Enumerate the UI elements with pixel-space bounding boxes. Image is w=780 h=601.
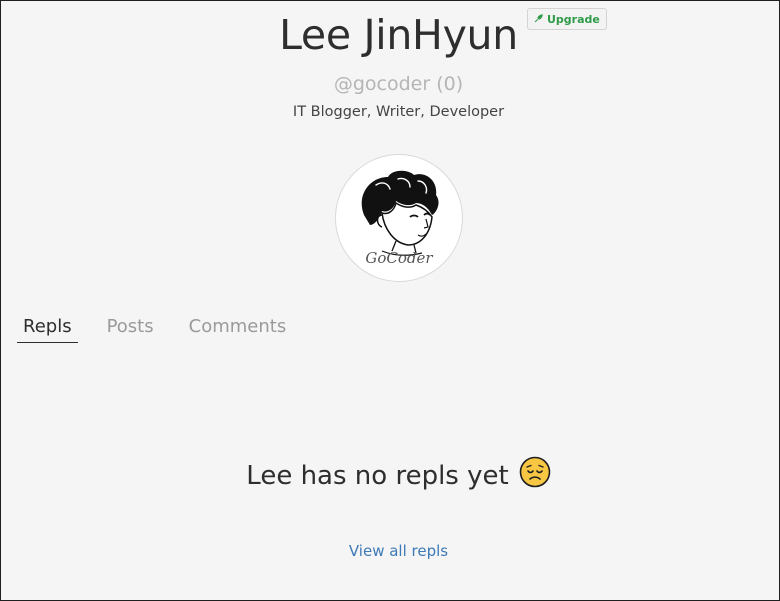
pensive-face-icon: [519, 456, 551, 495]
tab-posts[interactable]: Posts: [101, 313, 160, 343]
profile-page: Lee JinHyun Upgrade @gocoder (0) IT Blog…: [0, 0, 780, 601]
empty-state-message: Lee has no repls yet: [246, 460, 509, 491]
profile-name: Lee JinHyun: [279, 11, 518, 59]
rocket-icon: [534, 13, 544, 26]
empty-state: Lee has no repls yet: [1, 456, 779, 495]
profile-handle: @gocoder (0): [333, 73, 464, 95]
upgrade-label: Upgrade: [547, 12, 600, 26]
profile-bio: IT Blogger, Writer, Developer: [292, 104, 505, 120]
tab-repls[interactable]: Repls: [17, 313, 78, 343]
view-all-repls-link[interactable]: View all repls: [1, 542, 779, 560]
avatar: GoCoder: [335, 154, 463, 282]
tab-comments[interactable]: Comments: [183, 313, 293, 343]
profile-tabs: Repls Posts Comments: [17, 313, 292, 343]
upgrade-button[interactable]: Upgrade: [527, 8, 607, 30]
avatar-signature: GoCoder: [365, 249, 433, 267]
